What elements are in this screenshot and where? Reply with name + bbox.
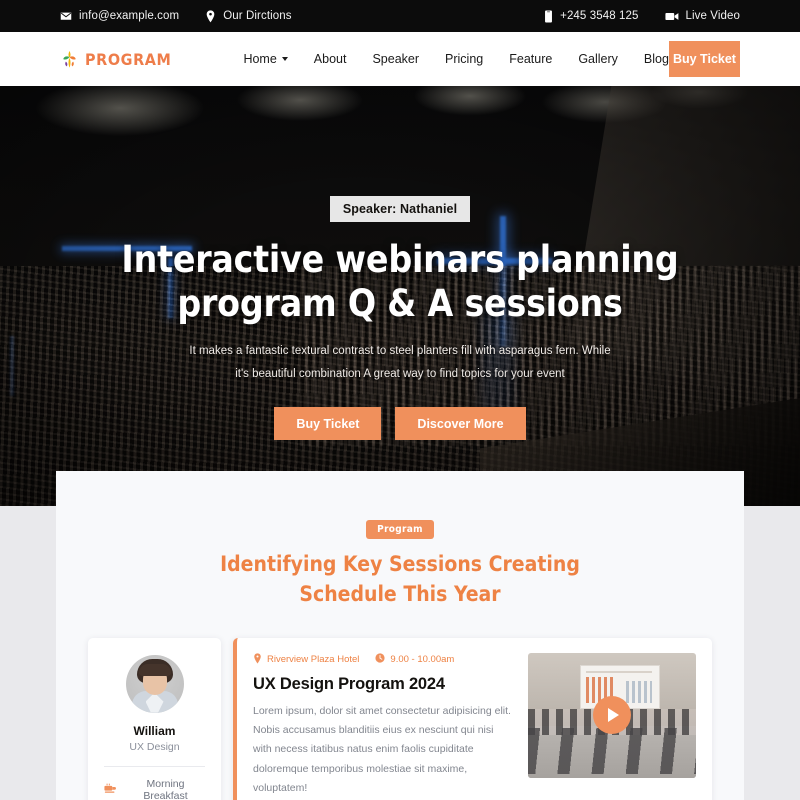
brand-logo[interactable]: PROGRAM — [60, 50, 171, 69]
program-time: 9.00 - 10.00am — [375, 653, 454, 666]
hero-section: Speaker: Nathaniel Interactive webinars … — [0, 86, 800, 506]
hero-title-line1: Interactive webinars planning — [121, 238, 679, 281]
topbar-right-group: +245 3548 125 Live Video — [544, 10, 740, 23]
fleur-logo-icon — [60, 50, 79, 69]
nav-buy-ticket-button[interactable]: Buy Ticket — [668, 41, 740, 77]
live-video-link[interactable]: Live Video — [664, 10, 741, 22]
nav-item-pricing-label: Pricing — [445, 52, 484, 66]
program-card-title: UX Design Program 2024 — [253, 674, 445, 693]
email-text: info@example.com — [79, 10, 180, 22]
video-camera-icon — [664, 11, 679, 22]
hero-cta-group: Buy Ticket Discover More — [0, 407, 800, 441]
program-title-line1: Identifying Key Sessions Creating — [220, 552, 580, 576]
main-navbar: PROGRAM Home About Speaker Pricing Featu… — [0, 32, 800, 86]
live-video-text: Live Video — [685, 10, 740, 22]
hero-title: Interactive webinars planning program Q … — [0, 238, 800, 325]
speaker-meta-list: Morning Breakfast Live Video — [102, 778, 207, 800]
hero-paragraph: It makes a fantastic textural contrast t… — [185, 340, 615, 385]
program-meta: Riverview Plaza Hotel 9.00 - 10.00am — [253, 652, 512, 667]
nav-item-about-label: About — [313, 52, 347, 66]
clock-icon — [375, 653, 385, 666]
hero-paragraph-line2: beautiful combination A great way to fin… — [252, 367, 565, 380]
avatar — [125, 654, 184, 713]
directions-link[interactable]: Our Dirctions — [205, 9, 292, 23]
hero-content: Speaker: Nathaniel Interactive webinars … — [0, 86, 800, 441]
mobile-phone-icon — [544, 10, 553, 23]
nav-item-feature-label: Feature — [509, 52, 553, 66]
nav-item-feature[interactable]: Feature — [509, 52, 552, 66]
speaker-card[interactable]: William UX Design Morning Breakfast — [88, 637, 221, 800]
program-card-description: Lorem ipsum, dolor sit amet consectetur … — [253, 704, 511, 795]
program-section-header: Program Identifying Key Sessions Creatin… — [88, 519, 712, 610]
program-section-title: Identifying Key Sessions Creating Schedu… — [88, 550, 712, 610]
breakfast-icon — [104, 783, 117, 797]
speaker-meta-breakfast-label: Morning Breakfast — [143, 777, 188, 800]
program-title-line2: Schedule This Year — [299, 581, 501, 606]
page-root: info@example.com Our Dirctions +245 3548… — [0, 0, 800, 800]
phone-link[interactable]: +245 3548 125 — [544, 10, 638, 23]
program-venue-label: Riverview Plaza Hotel — [267, 654, 360, 666]
hero-title-line2: program Q & A sessions — [177, 281, 623, 325]
nav-item-home-label: Home — [243, 52, 277, 66]
nav-item-speaker[interactable]: Speaker — [372, 52, 419, 66]
program-card-body: Riverview Plaza Hotel 9.00 - 10.00am UX … — [253, 652, 512, 800]
thumbnail-chart-line — [586, 670, 652, 673]
program-time-label: 9.00 - 10.00am — [390, 654, 455, 666]
envelope-icon — [60, 10, 72, 22]
nav-item-pricing[interactable]: Pricing — [445, 52, 483, 66]
speaker-name: William — [133, 723, 176, 738]
chevron-down-icon — [281, 57, 288, 61]
program-video-thumbnail[interactable] — [528, 652, 696, 778]
nav-item-home[interactable]: Home — [243, 52, 288, 66]
speaker-meta-breakfast: Morning Breakfast — [104, 778, 207, 800]
divider — [104, 765, 205, 767]
top-bar: info@example.com Our Dirctions +245 3548… — [0, 0, 800, 32]
hero-speaker-badge: Speaker: Nathaniel — [329, 196, 471, 222]
email-link[interactable]: info@example.com — [60, 10, 179, 22]
nav-item-about[interactable]: About — [314, 52, 347, 66]
program-panel: Program Identifying Key Sessions Creatin… — [56, 471, 744, 800]
nav-item-gallery-label: Gallery — [578, 52, 618, 66]
nav-item-blog-label: Blog — [643, 52, 669, 66]
program-venue: Riverview Plaza Hotel — [253, 652, 360, 667]
nav-menu: Home About Speaker Pricing Feature Galle… — [243, 52, 669, 66]
thumbnail-chairs — [528, 727, 696, 774]
play-button-icon[interactable] — [593, 696, 631, 735]
hero-discover-more-button[interactable]: Discover More — [395, 407, 526, 441]
nav-item-speaker-label: Speaker — [372, 52, 420, 66]
location-pin-icon — [253, 652, 262, 667]
phone-text: +245 3548 125 — [560, 10, 639, 22]
thumbnail-chart-bars-secondary — [626, 680, 652, 703]
nav-item-gallery[interactable]: Gallery — [578, 52, 618, 66]
hero-buy-ticket-button[interactable]: Buy Ticket — [274, 407, 382, 441]
topbar-left-group: info@example.com Our Dirctions — [60, 9, 292, 23]
program-card[interactable]: Riverview Plaza Hotel 9.00 - 10.00am UX … — [233, 637, 712, 800]
program-row: William UX Design Morning Breakfast Rive… — [88, 637, 712, 800]
directions-text: Our Dirctions — [223, 10, 292, 22]
speaker-role: UX Design — [129, 740, 180, 753]
program-badge: Program — [366, 520, 434, 539]
nav-item-blog[interactable]: Blog — [644, 52, 669, 66]
brand-name: PROGRAM — [85, 49, 172, 69]
avatar-fringe — [138, 663, 171, 676]
location-pin-icon — [205, 9, 216, 23]
